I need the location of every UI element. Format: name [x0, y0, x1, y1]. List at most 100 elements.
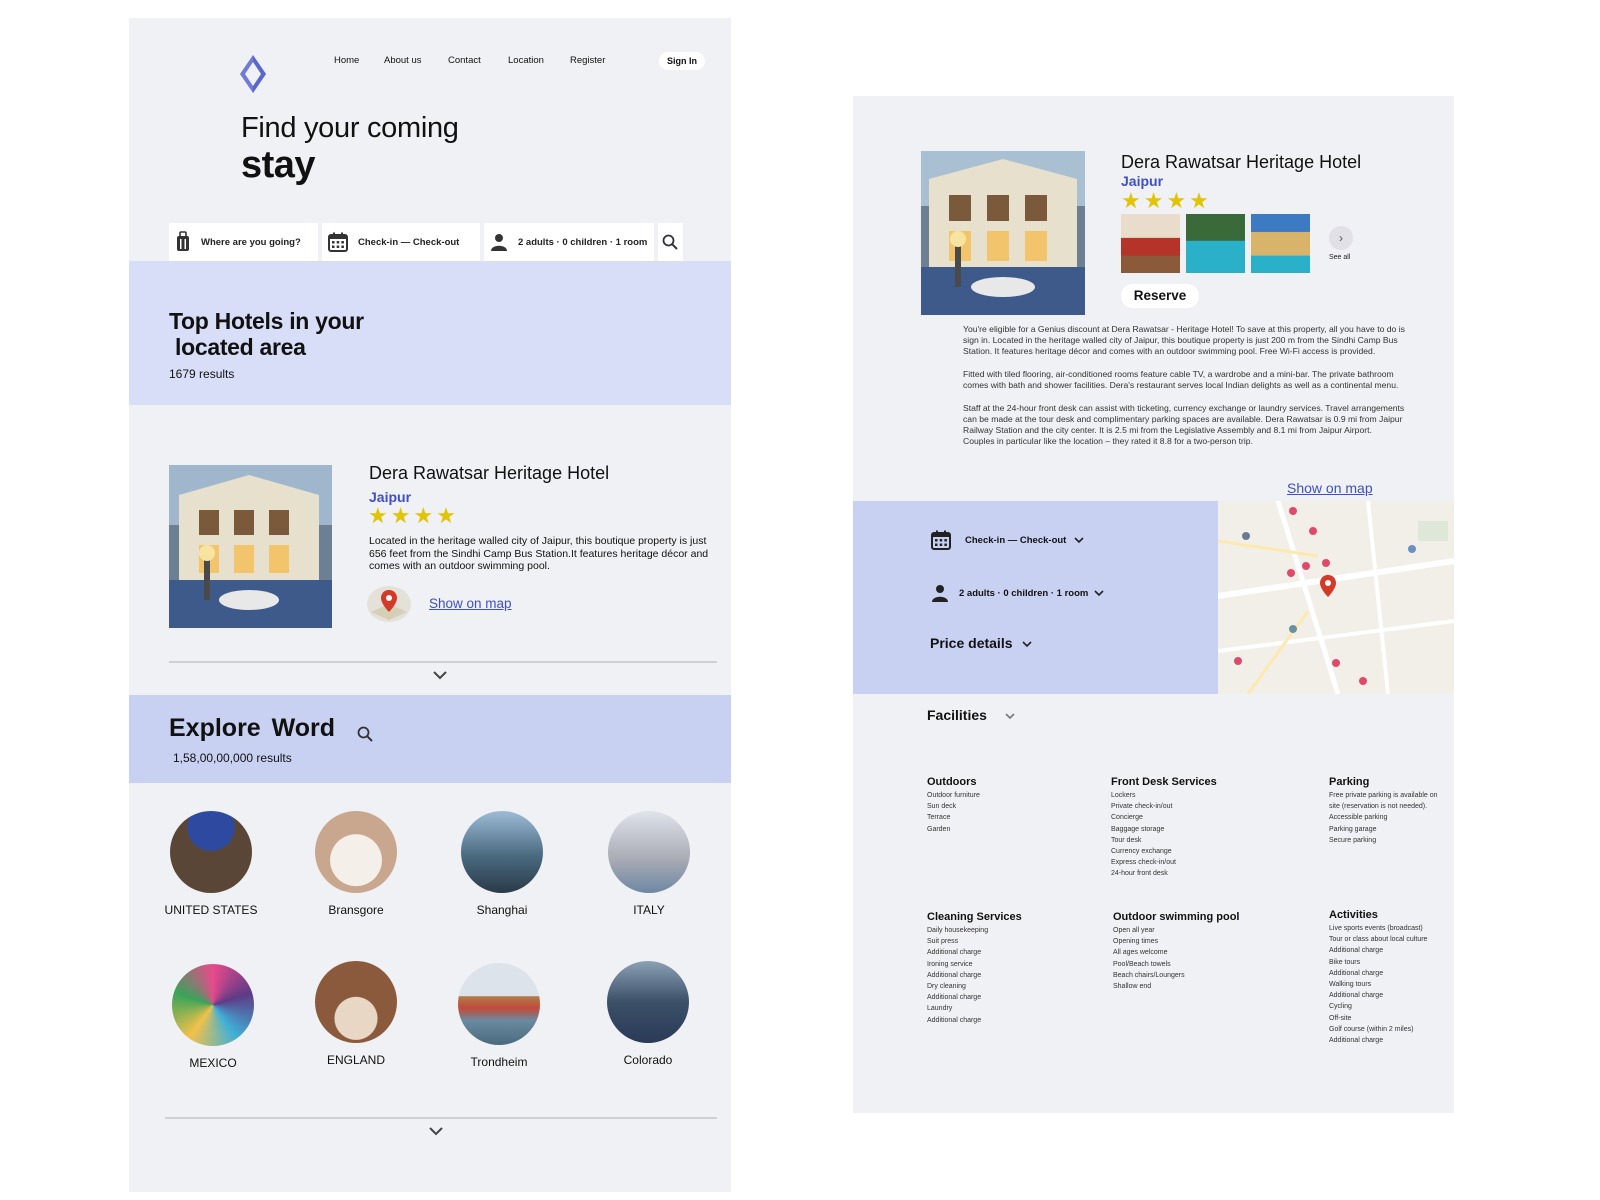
facility-item: Accessible parking: [1329, 814, 1388, 822]
facility-item: Ironing service: [927, 960, 973, 968]
reserve-button[interactable]: Reserve: [1121, 284, 1199, 308]
sign-in-button[interactable]: Sign In: [659, 52, 705, 70]
price-details-dropdown[interactable]: Price details: [930, 635, 1032, 651]
facility-group-activities: Activities Live sports events (broadcast…: [1329, 909, 1451, 1046]
booking-dates-dropdown[interactable]: Check-in — Check-out: [931, 530, 1084, 550]
chevron-down-icon[interactable]: [432, 670, 448, 680]
chevron-down-icon[interactable]: [428, 1126, 444, 1136]
home-page: Home About us Contact Location Register …: [129, 18, 731, 1192]
search-button[interactable]: [658, 223, 683, 261]
place-label: ENGLAND: [326, 1053, 385, 1067]
facility-group-cleaning: Cleaning Services Daily housekeeping Sui…: [927, 911, 1107, 1026]
facility-item: Sun deck: [927, 803, 957, 811]
facility-item: Additional charge: [1329, 1037, 1384, 1045]
facility-item: Baggage storage: [1111, 825, 1165, 833]
place-card-united-states[interactable]: UNITED STATES: [141, 811, 281, 917]
nav-about[interactable]: About us: [384, 55, 422, 66]
facility-group-front-desk: Front Desk Services Lockers Private chec…: [1111, 776, 1291, 880]
facility-group-parking: Parking Free private parking is availabl…: [1329, 776, 1451, 846]
facilities-label: Facilities: [927, 707, 987, 723]
hotel-detail-page: Dera Rawatsar Heritage Hotel Jaipur ★★★★…: [853, 96, 1454, 1113]
diamond-logo-icon[interactable]: [239, 54, 267, 94]
explore-title: Explore Word: [169, 714, 336, 742]
place-label: Bransgore: [328, 903, 384, 917]
facility-item: Additional charge: [927, 994, 982, 1002]
place-photo: [458, 963, 540, 1045]
facility-item: Additional charge: [1329, 992, 1384, 1000]
facility-item: Free private parking is available on: [1329, 792, 1438, 799]
facility-item: Pool/Beach towels: [1113, 960, 1171, 968]
place-card-bransgore[interactable]: Bransgore: [286, 811, 426, 917]
facility-item: Parking garage: [1329, 825, 1377, 833]
place-card-trondheim[interactable]: Trondheim: [429, 963, 569, 1069]
chevron-down-icon: [1094, 590, 1104, 597]
facility-group-title: Front Desk Services: [1111, 776, 1217, 788]
facility-item: Shallow end: [1113, 983, 1152, 991]
hotel-photo[interactable]: [169, 465, 332, 628]
facilities-dropdown[interactable]: Facilities: [927, 707, 1015, 723]
hotel-star-rating: ★★★★: [368, 503, 459, 528]
place-photo: [315, 811, 397, 893]
guests-value: 2 adults · 0 children · 1 room: [518, 236, 648, 248]
chevron-down-icon: [1022, 641, 1032, 648]
facility-item: All ages welcome: [1113, 949, 1168, 957]
place-card-mexico[interactable]: MEXICO: [143, 964, 283, 1070]
top-hotels-title: Top Hotels in your located area: [169, 308, 364, 360]
gallery-thumb-exterior[interactable]: [1251, 214, 1310, 273]
hotel-description: Located in the heritage walled city of J…: [369, 535, 709, 572]
person-icon: [932, 585, 948, 602]
person-icon: [491, 234, 507, 251]
hotel-main-photo[interactable]: [921, 151, 1085, 315]
facility-item: Laundry: [927, 1005, 953, 1013]
gallery-thumb-room[interactable]: [1121, 214, 1180, 273]
place-label: Colorado: [623, 1053, 673, 1067]
top-hotels-title-line1: Top Hotels in your: [169, 308, 364, 334]
nav-location[interactable]: Location: [508, 55, 544, 66]
place-card-colorado[interactable]: Colorado: [578, 961, 718, 1067]
place-label: Trondheim: [470, 1055, 528, 1069]
location-map[interactable]: [1218, 501, 1454, 694]
guests-field[interactable]: 2 adults · 0 children · 1 room: [484, 223, 654, 261]
nav-contact[interactable]: Contact: [448, 55, 481, 66]
place-card-shanghai[interactable]: Shanghai: [432, 811, 572, 917]
guests-value: 2 adults · 0 children · 1 room: [959, 587, 1089, 599]
facility-item: site (reservation is not needed).: [1329, 803, 1428, 811]
hotel-name[interactable]: Dera Rawatsar Heritage Hotel: [369, 463, 609, 484]
place-label: MEXICO: [189, 1056, 237, 1070]
chevron-right-icon: ›: [1339, 231, 1343, 245]
facility-group-outdoors: Outdoors Outdoor furniture Sun deck Terr…: [927, 776, 1107, 835]
dates-field[interactable]: Check-in — Check-out: [322, 223, 480, 261]
nav-home[interactable]: Home: [334, 55, 359, 66]
search-icon[interactable]: [357, 726, 373, 742]
see-all-photos-link[interactable]: See all: [1329, 254, 1350, 261]
description-paragraph: Fitted with tiled flooring, air-conditio…: [963, 369, 1399, 390]
place-label: UNITED STATES: [164, 903, 258, 917]
facility-item: Suit press: [927, 938, 959, 946]
facility-item: Live sports events (broadcast): [1329, 925, 1423, 932]
map-pin-icon[interactable]: [367, 586, 411, 622]
place-card-italy[interactable]: ITALY: [579, 811, 719, 917]
facility-item: Tour desk: [1111, 836, 1142, 844]
facility-item: Additional charge: [927, 1016, 982, 1024]
description-paragraph: Staff at the 24-hour front desk can assi…: [963, 403, 1405, 446]
nav-register[interactable]: Register: [570, 55, 605, 66]
facility-item: Concierge: [1111, 814, 1143, 822]
facility-item: Dry cleaning: [927, 983, 966, 991]
facility-group-title: Cleaning Services: [927, 911, 1022, 923]
facility-item: Bike tours: [1329, 958, 1361, 966]
show-on-map-link[interactable]: Show on map: [429, 596, 512, 611]
facility-item: Daily housekeeping: [927, 927, 989, 934]
place-card-england[interactable]: ENGLAND: [286, 961, 426, 1067]
destination-field[interactable]: Where are you going?: [169, 223, 318, 261]
facility-item: Additional charge: [1329, 969, 1384, 977]
top-hotels-results-count: 1679 results: [169, 367, 235, 381]
facility-group-pool: Outdoor swimming pool Open all year Open…: [1113, 911, 1293, 992]
place-photo: [607, 961, 689, 1043]
facility-item: Beach chairs/Loungers: [1113, 971, 1185, 979]
gallery-next-button[interactable]: ›: [1329, 226, 1353, 250]
gallery-thumb-pool[interactable]: [1186, 214, 1245, 273]
show-on-map-link[interactable]: Show on map: [1287, 480, 1373, 496]
price-details-label: Price details: [930, 635, 1013, 651]
booking-guests-dropdown[interactable]: 2 adults · 0 children · 1 room: [931, 584, 1104, 602]
hotel-city: Jaipur: [1121, 173, 1164, 189]
